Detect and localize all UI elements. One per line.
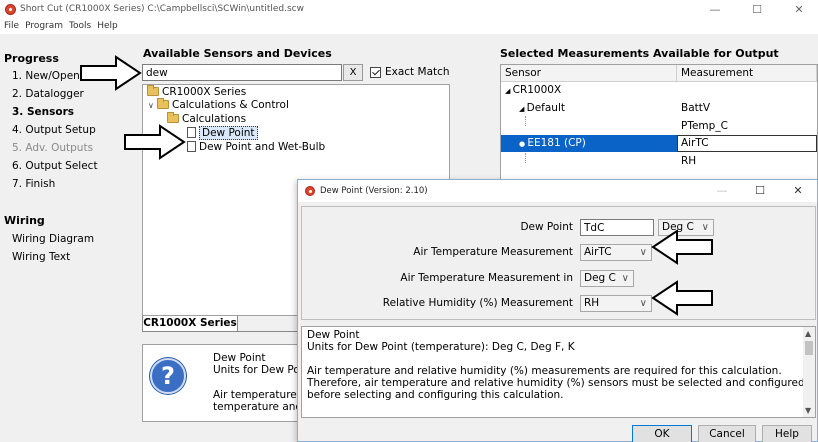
sensor-help-panel: ? Dew Point Units for Dew Po Air tempera… <box>142 344 302 422</box>
annotation-arrow-right-icon <box>80 55 142 91</box>
exact-match-label: Exact Match <box>385 66 450 78</box>
scroll-thumb[interactable] <box>805 341 813 355</box>
dialog-form: Dew Point Deg C∨ Air Temperature Measure… <box>301 206 816 320</box>
annotation-arrow-right-icon <box>124 124 186 160</box>
menu-help[interactable]: Help <box>94 19 121 34</box>
table-row-sensor[interactable]: ◢ Default <box>519 100 565 117</box>
sensor-search-input[interactable] <box>142 64 342 81</box>
tab-cr1000x-series[interactable]: CR1000X Series <box>142 316 238 332</box>
dialog-description: Dew Point Units for Dew Point (temperatu… <box>301 326 816 418</box>
help-button[interactable]: Help <box>762 425 812 442</box>
step-adv-outputs: 5. Adv. Outputs <box>12 142 94 154</box>
help-line: temperature and <box>213 401 302 413</box>
menu-bar: File Program Tools Help <box>0 19 818 34</box>
dialog-close-button[interactable]: ✕ <box>783 183 813 199</box>
rh-select[interactable]: RH ∨ <box>580 295 652 312</box>
menu-program[interactable]: Program <box>22 19 66 34</box>
wiring-diagram-link[interactable]: Wiring Diagram <box>12 233 94 245</box>
help-line: Air temperature <box>213 389 297 401</box>
description-line: Units for Dew Point (temperature): Deg C… <box>307 341 575 353</box>
scroll-down-icon[interactable]: ▼ <box>805 406 811 415</box>
help-line: Dew Point <box>213 352 266 364</box>
dew-point-label: Dew Point <box>520 221 573 233</box>
chevron-down-icon: ∨ <box>639 247 647 258</box>
step-output-setup[interactable]: 4. Output Setup <box>12 124 96 136</box>
window-title: Short Cut (CR1000X Series) C:\Campbellsc… <box>20 4 304 14</box>
wiring-text-link[interactable]: Wiring Text <box>12 251 70 263</box>
description-line: before selecting and configuring this ca… <box>307 389 564 401</box>
table-row-measurement[interactable]: AirTC <box>681 135 709 151</box>
description-line: Air temperature and relative humidity (%… <box>307 365 782 377</box>
table-row-sensor[interactable]: ● EE181 (CP) <box>519 135 586 152</box>
app-logo-icon <box>5 4 16 15</box>
scroll-up-icon[interactable]: ▲ <box>805 329 811 338</box>
dew-point-name-input[interactable] <box>580 219 654 236</box>
description-line: Dew Point <box>307 329 360 341</box>
dialog-title: Dew Point (Version: 2.10) <box>320 186 428 196</box>
table-row-sensor[interactable]: ◢ CR1000X <box>505 82 561 99</box>
step-sensors[interactable]: 3. Sensors <box>12 106 74 118</box>
air-temp-unit-select[interactable]: Deg C ∨ <box>580 270 634 287</box>
table-row-measurement[interactable]: PTemp_C <box>681 118 728 134</box>
selected-measurements-title: Selected Measurements Available for Outp… <box>500 47 779 60</box>
menu-file[interactable]: File <box>0 19 22 34</box>
document-icon <box>187 141 196 152</box>
menu-tools[interactable]: Tools <box>66 19 94 34</box>
air-temp-select[interactable]: AirTC ∨ <box>580 244 652 261</box>
tree-node-dew-point-wet-bulb[interactable]: Dew Point and Wet-Bulb <box>187 141 325 154</box>
tree-node-label: Calculations <box>182 113 247 125</box>
document-icon <box>187 127 196 138</box>
tree-guide <box>525 116 526 126</box>
tree-guide <box>525 153 526 163</box>
air-temp-label: Air Temperature Measurement <box>413 246 573 258</box>
wiring-heading: Wiring <box>4 214 45 227</box>
app-logo-icon <box>305 186 315 196</box>
air-temp-in-label: Air Temperature Measurement in <box>400 272 573 284</box>
tree-node-label: Dew Point and Wet-Bulb <box>199 141 326 153</box>
chevron-down-icon: ∨ <box>639 298 647 309</box>
tree-node-dew-point[interactable]: Dew Point <box>187 126 258 140</box>
tree-node-label: Calculations & Control <box>172 99 289 111</box>
step-output-select[interactable]: 6. Output Select <box>12 160 98 172</box>
minimize-button[interactable]: — <box>698 1 732 18</box>
folder-icon <box>167 112 179 123</box>
step-finish[interactable]: 7. Finish <box>12 178 55 190</box>
annotation-arrow-left-icon <box>651 280 713 316</box>
dew-point-dialog: Dew Point (Version: 2.10) — ☐ ✕ Dew Poin… <box>297 179 818 442</box>
folder-icon <box>157 98 169 109</box>
description-line: Therefore, air temperature and relative … <box>307 377 805 389</box>
exact-match-checkbox[interactable] <box>370 67 381 78</box>
rh-label: Relative Humidity (%) Measurement <box>382 297 573 309</box>
question-mark-icon: ? <box>150 358 186 394</box>
tree-node-label: Dew Point <box>199 126 258 140</box>
annotation-arrow-left-icon <box>651 229 713 265</box>
available-sensors-title: Available Sensors and Devices <box>143 47 332 60</box>
column-header-measurement[interactable]: Measurement <box>677 65 817 82</box>
dialog-title-bar: Dew Point (Version: 2.10) — ☐ ✕ <box>298 180 817 202</box>
cancel-button[interactable]: Cancel <box>698 425 756 442</box>
tree-node-label: CR1000X Series <box>162 86 247 98</box>
window-title-bar: Short Cut (CR1000X Series) C:\Campbellsc… <box>0 0 818 19</box>
progress-heading: Progress <box>4 52 59 65</box>
step-datalogger[interactable]: 2. Datalogger <box>12 88 84 100</box>
maximize-button[interactable]: ☐ <box>740 1 774 18</box>
ok-button[interactable]: OK <box>632 425 692 442</box>
column-header-sensor[interactable]: Sensor <box>501 65 677 82</box>
chevron-down-icon: ∨ <box>621 273 629 284</box>
close-button[interactable]: ✕ <box>782 1 816 18</box>
description-scrollbar[interactable]: ▲ ▼ <box>803 327 815 417</box>
chevron-down-icon[interactable]: ∨ <box>148 99 157 112</box>
step-new-open[interactable]: 1. New/Open <box>12 70 80 82</box>
selected-measurements-table[interactable]: Sensor Measurement ◢ CR1000X ◢ Default B… <box>500 64 818 182</box>
dialog-maximize-button[interactable]: ☐ <box>745 183 775 199</box>
folder-icon <box>147 85 159 96</box>
progress-panel: Progress 1. New/Open 2. Datalogger 3. Se… <box>0 42 134 442</box>
table-row-measurement[interactable]: BattV <box>681 100 710 116</box>
tree-node-calculations-control[interactable]: ∨ Calculations & Control <box>148 98 289 112</box>
table-row-measurement[interactable]: RH <box>681 153 696 169</box>
clear-search-button[interactable]: X <box>343 64 363 81</box>
help-line: Units for Dew Po <box>213 364 300 376</box>
dialog-minimize-button[interactable]: — <box>707 183 737 199</box>
